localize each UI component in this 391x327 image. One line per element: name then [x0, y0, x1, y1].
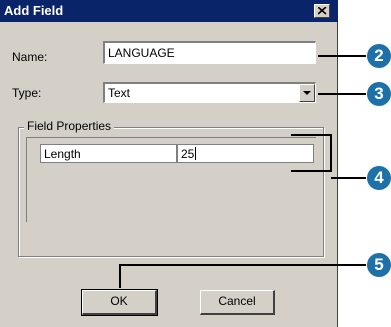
callout-line-5 [119, 264, 366, 288]
screenshot: Add Field Name: LANGUAGE Type: Text Fiel… [0, 0, 391, 327]
callout-lines [119, 55, 366, 288]
callout-badge-2: 2 [367, 44, 391, 68]
callout-bracket-4 [291, 134, 332, 172]
callout-badge-5: 5 [367, 253, 391, 277]
callout-badge-3: 3 [367, 82, 391, 106]
callout-badge-4: 4 [367, 166, 391, 190]
